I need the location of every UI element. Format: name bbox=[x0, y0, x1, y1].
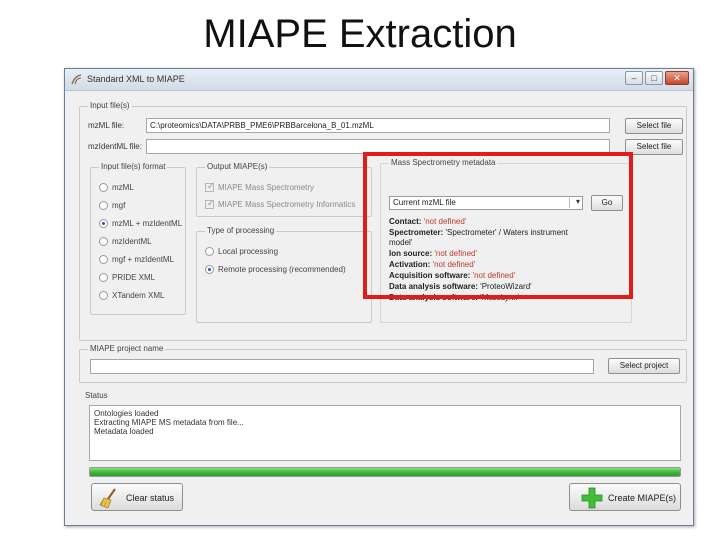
status-log[interactable]: Ontologies loaded Extracting MIAPE MS me… bbox=[89, 405, 681, 461]
slide-title: MIAPE Extraction bbox=[203, 12, 517, 56]
input-format-label: Input file(s) format bbox=[99, 162, 168, 172]
project-name-group: MIAPE project name Select project bbox=[79, 344, 687, 383]
create-miape-label: Create MIAPE(s) bbox=[608, 493, 677, 503]
select-project-button[interactable]: Select project bbox=[608, 358, 680, 374]
processing-type-group: Type of processing Local processing Remo… bbox=[196, 226, 372, 323]
status-line: Ontologies loaded bbox=[94, 409, 159, 418]
radio-remote[interactable] bbox=[205, 265, 214, 274]
checkbox-msi[interactable]: ✓ bbox=[205, 198, 215, 209]
clear-status-button[interactable]: Clear status bbox=[91, 483, 183, 511]
radio-mgf-mzidentml[interactable] bbox=[99, 255, 108, 264]
radio-local[interactable] bbox=[205, 247, 214, 256]
select-mzml-file-button[interactable]: Select file bbox=[625, 118, 683, 134]
status-line: Metadata loaded bbox=[94, 427, 154, 436]
input-files-label: Input file(s) bbox=[88, 101, 132, 111]
broom-icon bbox=[99, 488, 116, 509]
maximize-button[interactable]: □ bbox=[645, 71, 663, 85]
status-label: Status bbox=[83, 391, 110, 401]
radio-pride-xml[interactable] bbox=[99, 273, 108, 282]
mzml-file-label: mzML file: bbox=[88, 121, 125, 130]
progress-fill bbox=[90, 468, 680, 476]
project-name-label: MIAPE project name bbox=[88, 344, 166, 354]
mzidentml-file-label: mzIdentML file: bbox=[88, 142, 142, 151]
mzml-file-input[interactable]: C:\proteomics\DATA\PRBB_PME6\PRBBarcelon… bbox=[146, 118, 610, 133]
highlight-box bbox=[363, 152, 633, 299]
output-miape-group: Output MIAPE(s) ✓ MIAPE Mass Spectrometry… bbox=[196, 162, 372, 217]
close-button[interactable]: ✕ bbox=[665, 71, 689, 85]
status-line: Extracting MIAPE MS metadata from file..… bbox=[94, 418, 244, 427]
clear-status-label: Clear status bbox=[126, 493, 175, 503]
input-format-group: Input file(s) format mzML mgf mzML + mzI… bbox=[90, 162, 186, 315]
progress-bar bbox=[89, 467, 681, 477]
radio-mzml[interactable] bbox=[99, 183, 108, 192]
radio-mzidentml[interactable] bbox=[99, 237, 108, 246]
radio-mgf[interactable] bbox=[99, 201, 108, 210]
title-bar: Standard XML to MIAPE – □ ✕ bbox=[65, 69, 693, 91]
output-miape-label: Output MIAPE(s) bbox=[205, 162, 270, 172]
radio-mzml-mzidentml[interactable] bbox=[99, 219, 108, 228]
project-name-input[interactable] bbox=[90, 359, 594, 374]
window-title: Standard XML to MIAPE bbox=[87, 74, 185, 84]
create-miape-button[interactable]: Create MIAPE(s) bbox=[569, 483, 681, 511]
select-mzidentml-file-button[interactable]: Select file bbox=[625, 139, 683, 155]
minimize-button[interactable]: – bbox=[625, 71, 643, 85]
processing-type-label: Type of processing bbox=[205, 226, 277, 236]
plus-icon bbox=[581, 487, 603, 509]
app-icon bbox=[71, 74, 82, 85]
checkbox-ms[interactable]: ✓ bbox=[205, 181, 215, 192]
radio-xtandem-xml[interactable] bbox=[99, 291, 108, 300]
